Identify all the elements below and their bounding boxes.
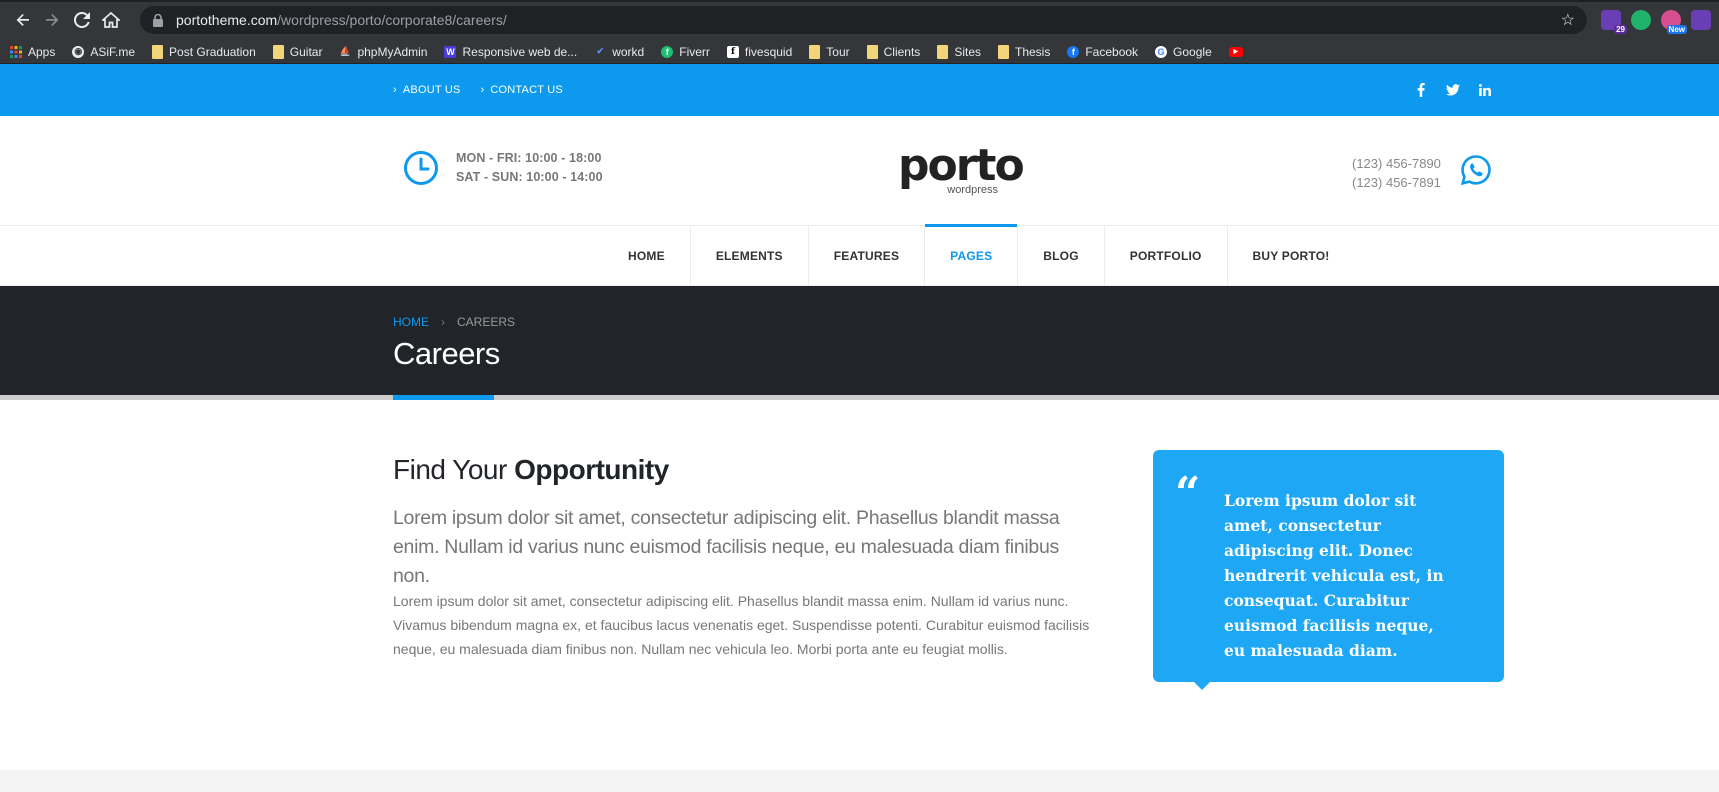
apps-grid-icon (10, 45, 22, 58)
folder-icon (866, 44, 878, 59)
globe-icon: ◉ (72, 45, 85, 58)
lead-paragraph: Lorem ipsum dolor sit amet, consectetur … (393, 507, 1060, 587)
url-host: portotheme.com (176, 12, 278, 28)
hours-weekday: MON - FRI: 10:00 - 18:00 (456, 151, 602, 165)
top-link-about[interactable]: › ABOUT US (393, 84, 461, 96)
breadcrumb-separator: › (441, 315, 445, 329)
breadcrumb-current: CAREERS (457, 315, 516, 329)
whatsapp-icon[interactable] (1460, 154, 1492, 186)
folder-icon (272, 44, 284, 59)
body-paragraph: Lorem ipsum dolor sit amet, consectetur … (393, 593, 1090, 657)
phpmyadmin-icon: ⛵ (339, 46, 352, 56)
top-bar: › ABOUT US › CONTACT US (0, 64, 1719, 116)
bookmark-phpmyadmin[interactable]: ⛵ phpMyAdmin (339, 45, 428, 59)
chevron-right-icon: › (480, 84, 485, 96)
extension-icon[interactable]: New (1661, 10, 1687, 34)
phone-2[interactable]: (123) 456-7891 (1352, 173, 1441, 192)
bookmark-guitar[interactable]: Guitar (272, 44, 322, 59)
bookmark-facebook[interactable]: f Facebook (1067, 45, 1138, 59)
bookmark-tour[interactable]: Tour (809, 44, 850, 59)
bookmark-thesis[interactable]: Thesis (998, 44, 1050, 59)
chevron-right-icon: › (393, 84, 397, 96)
nav-features[interactable]: FEATURES (809, 226, 926, 286)
lock-icon (152, 13, 164, 27)
home-icon[interactable] (97, 4, 127, 36)
breadcrumb: HOME › CAREERS (393, 315, 515, 329)
clock-icon (404, 151, 438, 185)
workd-icon: ✔ (596, 46, 604, 56)
folder-icon (998, 44, 1009, 59)
footer-strip (0, 770, 1719, 792)
bookmark-workd[interactable]: ✔ workd (594, 45, 644, 59)
address-bar[interactable]: portotheme.com/wordpress/porto/corporate… (140, 6, 1587, 34)
extensions-area: 29 New (1601, 10, 1711, 34)
browser-toolbar: portotheme.com/wordpress/porto/corporate… (0, 0, 1719, 40)
youtube-icon: ▶ (1228, 46, 1243, 57)
bookmark-google[interactable]: G Google (1155, 45, 1212, 59)
nav-blog[interactable]: BLOG (1018, 226, 1105, 286)
social-links (1414, 64, 1492, 116)
testimonial-quote: “ Lorem ipsum dolor sit amet, consectetu… (1153, 450, 1504, 690)
opening-hours: MON - FRI: 10:00 - 18:00 SAT - SUN: 10:0… (403, 149, 603, 187)
w-icon: W (444, 45, 457, 58)
website: › ABOUT US › CONTACT US MON - FRI: 10:00 -… (0, 64, 1719, 760)
extension-icon[interactable] (1691, 10, 1711, 30)
bookmark-sites[interactable]: Sites (937, 44, 981, 59)
site-header: MON - FRI: 10:00 - 18:00 SAT - SUN: 10:0… (0, 116, 1719, 226)
phone-numbers: (123) 456-7890 (123) 456-7891 (1352, 154, 1441, 192)
fiverr-icon: f (661, 45, 674, 58)
back-arrow-icon[interactable] (8, 4, 38, 36)
nav-buy-porto[interactable]: BUY PORTO! (1228, 226, 1355, 286)
phone-1[interactable]: (123) 456-7890 (1352, 154, 1441, 173)
bookmark-clients[interactable]: Clients (866, 44, 920, 59)
quote-mark-icon: “ (1175, 468, 1201, 519)
twitter-icon[interactable] (1446, 83, 1460, 97)
url-path: /wordpress/porto/corporate8/careers/ (277, 12, 507, 28)
forward-arrow-icon[interactable] (38, 4, 68, 36)
google-icon: G (1155, 45, 1168, 58)
extension-icon[interactable]: 29 (1601, 10, 1627, 34)
page-title: Careers (393, 336, 500, 371)
main-content: Find Your Opportunity Lorem ipsum dolor … (0, 400, 1719, 760)
section-heading: Find Your Opportunity (393, 454, 669, 485)
linkedin-icon[interactable] (1478, 83, 1492, 97)
nav-elements[interactable]: ELEMENTS (691, 226, 809, 286)
nav-home[interactable]: HOME (603, 226, 691, 286)
folder-icon (937, 44, 949, 59)
bookmark-asif[interactable]: ◉ ASiF.me (72, 45, 135, 59)
quote-text: Lorem ipsum dolor sit amet, consectetur … (1224, 491, 1444, 660)
bookmark-fiverr[interactable]: f Fiverr (661, 45, 710, 59)
hours-weekend: SAT - SUN: 10:00 - 14:00 (456, 170, 603, 184)
bookmark-fivesquid[interactable]: f fivesquid (726, 45, 792, 59)
main-navigation: HOME ELEMENTS FEATURES PAGES BLOG PORTFO… (0, 224, 1719, 286)
bookmark-responsive-web[interactable]: W Responsive web de... (444, 45, 577, 59)
reload-icon[interactable] (67, 4, 97, 36)
facebook-icon: f (1067, 45, 1080, 58)
bookmark-star-icon[interactable]: ☆ (1561, 10, 1575, 30)
nav-pages[interactable]: PAGES (925, 224, 1019, 286)
folder-icon (809, 44, 821, 59)
f-icon: f (726, 45, 739, 58)
top-links: › ABOUT US › CONTACT US (393, 64, 563, 116)
extension-icon[interactable] (1631, 10, 1651, 30)
nav-portfolio[interactable]: PORTFOLIO (1105, 226, 1228, 286)
page-header: HOME › CAREERS Careers (0, 286, 1719, 400)
bookmark-post-graduation[interactable]: Post Graduation (152, 44, 256, 59)
bookmark-youtube[interactable]: ▶ (1228, 46, 1243, 57)
bookmarks-bar: Apps ◉ ASiF.me Post Graduation Guitar ⛵ … (0, 40, 1719, 64)
folder-icon (152, 44, 164, 59)
breadcrumb-home[interactable]: HOME (393, 315, 429, 329)
top-link-contact[interactable]: › CONTACT US (481, 84, 563, 96)
facebook-icon[interactable] (1414, 83, 1428, 97)
porto-logo[interactable]: porto wordpress (898, 144, 1025, 197)
bookmark-apps[interactable]: Apps (10, 45, 55, 59)
